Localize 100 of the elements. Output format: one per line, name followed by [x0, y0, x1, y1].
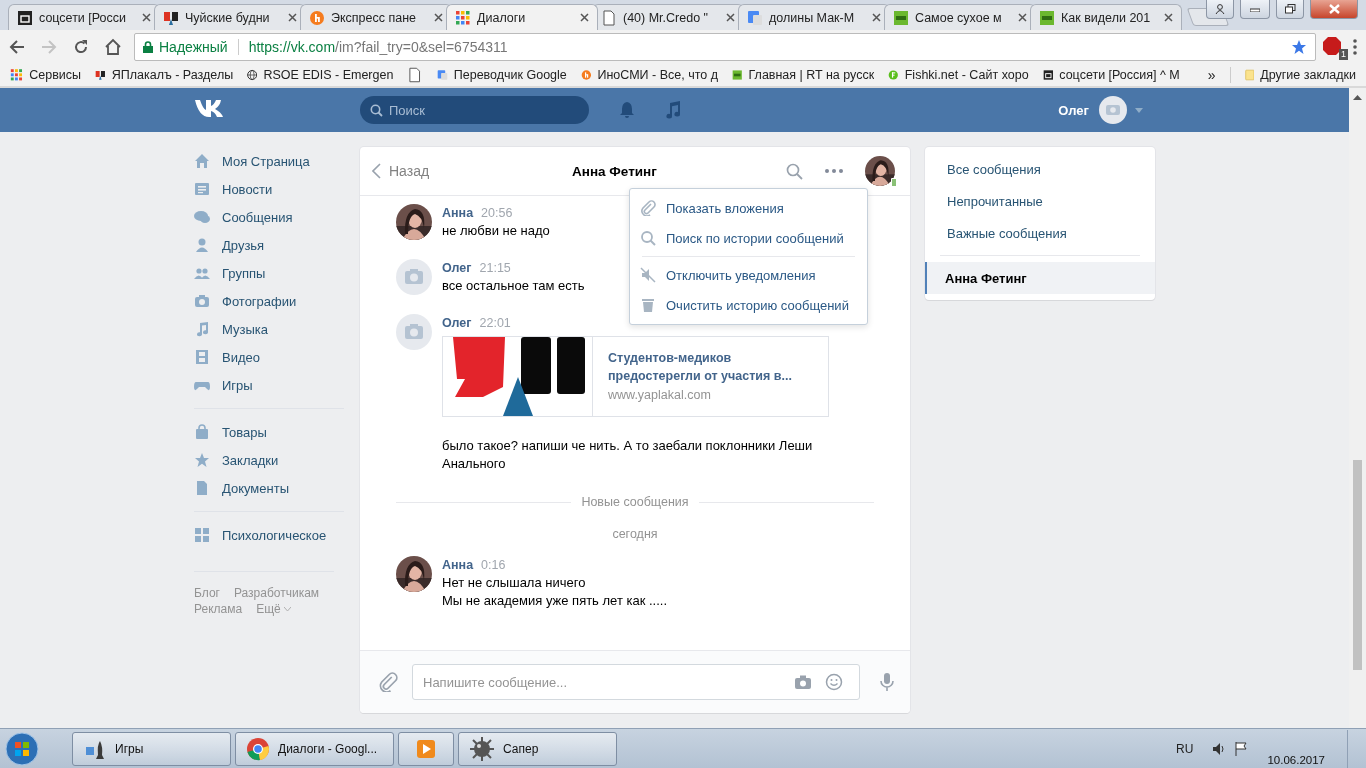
apps-grid-icon [10, 67, 24, 83]
sidebar-item[interactable]: Друзья [194, 231, 344, 259]
folder-item[interactable]: Непрочитанные [925, 185, 1155, 217]
menu-item[interactable]: Показать вложения [630, 193, 867, 223]
apps-grid-icon [455, 9, 471, 26]
author-name[interactable]: Олег [442, 259, 472, 277]
circle-letter-icon [309, 9, 325, 26]
preview-title[interactable]: Студентов-медиков предостерегли от участия в... [608, 349, 793, 385]
tray-date[interactable]: 10.06.2017 [1267, 754, 1325, 766]
search-field[interactable]: Поиск [360, 96, 589, 124]
sidebar-item[interactable]: Игры [194, 371, 344, 399]
taskbar-button[interactable] [398, 731, 454, 766]
avatar-camera-icon[interactable] [1099, 96, 1127, 124]
bookmark[interactable]: Переводчик Google [436, 67, 567, 83]
site-icon [1039, 9, 1055, 26]
bookmark[interactable]: Сервисы [10, 67, 82, 83]
folder-item[interactable]: Важные сообщения [925, 217, 1155, 249]
new-messages-label: Новые сообщения [581, 495, 689, 509]
search-icon[interactable] [786, 162, 803, 180]
site-icon [732, 67, 743, 83]
home-icon[interactable] [104, 38, 122, 56]
reload-icon[interactable] [72, 38, 90, 56]
language-indicator[interactable]: RU [1176, 741, 1194, 756]
close-icon[interactable] [142, 13, 151, 22]
sidebar-item[interactable]: Психологическое [194, 521, 344, 549]
caret-icon [283, 607, 291, 611]
folder-item[interactable]: Все сообщения [925, 153, 1155, 185]
author-name[interactable]: Олег [442, 314, 472, 332]
scroll-up-icon[interactable] [1353, 94, 1362, 100]
taskbar-button[interactable]: Игры [72, 731, 231, 766]
browser-tab[interactable]: Как видели 201 [1030, 4, 1182, 30]
restore-icon [1284, 4, 1296, 14]
sidebar-item[interactable]: Моя Страница [194, 147, 344, 175]
sidebar-item[interactable]: Закладки [194, 446, 344, 474]
camera-icon [194, 293, 210, 309]
more-icon[interactable] [825, 169, 843, 173]
star-icon [194, 452, 210, 468]
sidebar-item[interactable]: Фотографии [194, 287, 344, 315]
menu-item[interactable]: Очистить историю сообщений [630, 290, 867, 320]
site-icon [1042, 67, 1054, 83]
bookmark[interactable]: Главная | RT на русск [732, 67, 875, 83]
bookmark-folder[interactable]: Другие закладки [1244, 67, 1356, 83]
back-icon[interactable] [8, 38, 26, 56]
link-preview[interactable]: Студентов-медиков предостерегли от участия в... www.yaplakal.com [442, 336, 829, 417]
close-icon[interactable] [726, 13, 735, 22]
author-name[interactable]: Анна [442, 556, 474, 574]
close-icon[interactable] [288, 13, 297, 22]
sidebar-item[interactable]: Документы [194, 474, 344, 502]
translate-icon [436, 67, 448, 83]
person-icon [194, 237, 210, 253]
restore-button[interactable] [1276, 0, 1304, 19]
paperclip-icon[interactable] [378, 672, 398, 692]
bookmark[interactable]: RSOE EDIS - Emergen [247, 67, 394, 83]
scroll-thumb[interactable] [1353, 460, 1362, 670]
page-icon [601, 9, 617, 26]
sidebar-item[interactable]: Группы [194, 259, 344, 287]
taskbar-button[interactable]: Диалоги - Googl... [235, 731, 394, 766]
flag-icon[interactable] [1233, 740, 1250, 757]
profile-button[interactable] [1206, 0, 1234, 19]
folder-item[interactable]: Анна Фетинг [925, 262, 1155, 294]
browser-tab[interactable]: Диалоги [446, 4, 598, 30]
bag-icon [194, 424, 210, 440]
more-bookmarks-button[interactable]: » [1207, 67, 1216, 83]
paperclip-icon [640, 200, 656, 216]
star-icon[interactable] [1291, 39, 1307, 55]
smiley-icon[interactable] [825, 673, 843, 691]
bookmark[interactable]: ИноСМИ - Все, что д [580, 67, 719, 83]
bookmark[interactable]: ЯПлакалъ - Разделы [95, 67, 234, 83]
sidebar-item[interactable]: Сообщения [194, 203, 344, 231]
menu-item[interactable]: Отключить уведомления [630, 260, 867, 290]
user-name[interactable]: Олег [1058, 102, 1089, 118]
back-link[interactable]: Назад [372, 163, 572, 179]
bookmark[interactable]: Fishki.net - Сайт хоро [888, 67, 1029, 83]
close-icon[interactable] [872, 13, 881, 22]
close-icon[interactable] [580, 13, 589, 22]
start-button[interactable] [2, 729, 42, 768]
author-name[interactable]: Анна [442, 204, 474, 222]
sidebar-item[interactable]: Новости [194, 175, 344, 203]
microphone-icon[interactable] [880, 672, 894, 692]
menu-icon[interactable] [1352, 38, 1358, 56]
taskbar-button[interactable]: Сапер [458, 731, 617, 766]
message-text: все остальное там есть [442, 277, 585, 295]
close-button[interactable] [1310, 0, 1358, 19]
minimize-button[interactable] [1240, 0, 1270, 19]
chat-title: Анна Фетинг [572, 163, 658, 179]
menu-item[interactable]: Поиск по истории сообщений [630, 223, 867, 253]
message-input[interactable]: Напишите сообщение... [412, 664, 860, 700]
message-text: Мы не академия уже пять лет как ..... [442, 592, 668, 610]
sidebar-item[interactable]: Товары [194, 418, 344, 446]
bookmark[interactable]: соцсети [Россия] ^ М [1042, 67, 1180, 83]
close-icon[interactable] [1164, 13, 1173, 22]
page-icon [407, 67, 423, 83]
close-icon[interactable] [1018, 13, 1027, 22]
close-icon[interactable] [434, 13, 443, 22]
sidebar-item[interactable]: Музыка [194, 315, 344, 343]
camera-icon[interactable] [794, 674, 812, 690]
music-note-icon [194, 321, 210, 337]
sidebar-item[interactable]: Видео [194, 343, 344, 371]
message-time: 22:01 [479, 315, 511, 332]
address-bar[interactable]: Надежный https://vk.com/im?fail_try=0&sel=6754311 [134, 33, 1316, 61]
